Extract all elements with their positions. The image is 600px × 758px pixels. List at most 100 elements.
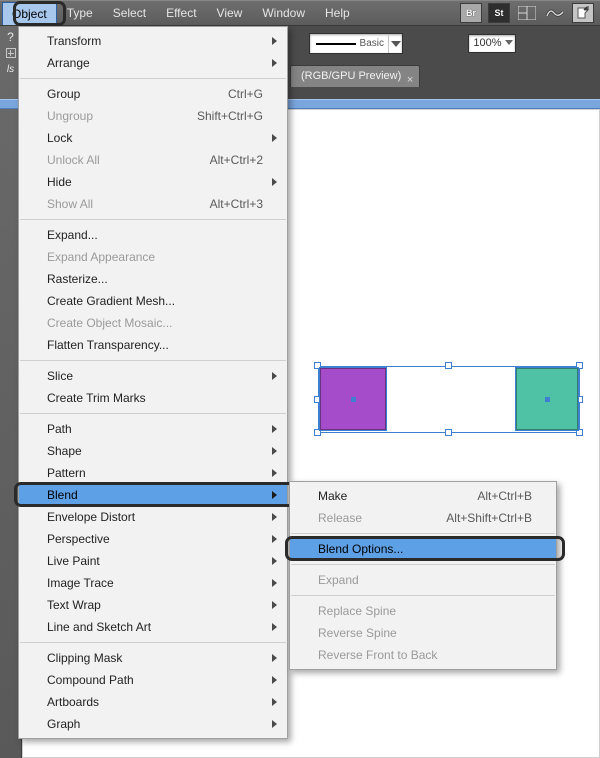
menu-type[interactable]: Type [57,1,103,25]
separator [20,219,286,220]
blend-menu-item-blend-options[interactable]: Blend Options... [290,538,556,560]
object-menu-item-shape[interactable]: Shape [19,440,287,462]
object-menu-item-arrange[interactable]: Arrange [19,52,287,74]
menubar: Object Type Select Effect View Window He… [0,0,600,26]
menu-item-label: Unlock All [47,153,180,167]
object-menu-item-text-wrap[interactable]: Text Wrap [19,594,287,616]
object-menu-item-graph[interactable]: Graph [19,713,287,735]
menu-item-label: Slice [47,369,263,383]
object-menu-item-blend[interactable]: Blend [19,484,287,506]
object-menu-item-create-object-mosaic: Create Object Mosaic... [19,312,287,334]
menu-item-label: Image Trace [47,576,263,590]
blend-menu-item-reverse-spine: Reverse Spine [290,622,556,644]
document-tab[interactable]: (RGB/GPU Preview) × [290,65,420,87]
object-menu-item-expand[interactable]: Expand... [19,224,287,246]
menu-item-label: Show All [47,197,180,211]
menu-item-label: Create Gradient Mesh... [47,294,263,308]
menu-item-label: Make [318,489,447,503]
bridge-icon[interactable]: Br [460,3,482,23]
document-tab-label: (RGB/GPU Preview) [301,70,401,82]
menu-item-label: Arrange [47,56,263,70]
menu-item-label: Release [318,511,416,525]
blend-menu-item-reverse-front-to-back: Reverse Front to Back [290,644,556,666]
separator [291,533,555,534]
menu-item-label: Group [47,87,198,101]
object-menu-item-live-paint[interactable]: Live Paint [19,550,287,572]
menu-select[interactable]: Select [103,1,156,25]
object-menu-item-image-trace[interactable]: Image Trace [19,572,287,594]
menu-item-label: Path [47,422,263,436]
menu-item-label: Blend Options... [318,542,532,556]
object-menu-item-flatten-transparency[interactable]: Flatten Transparency... [19,334,287,356]
menu-item-label: Graph [47,717,263,731]
object-menu: Transform Arrange GroupCtrl+G UngroupShift+… [18,26,288,739]
chevron-down-icon [388,34,402,53]
opacity-input[interactable]: 100% [468,34,516,53]
menu-item-label: Envelope Distort [47,510,263,524]
object-menu-item-unlock-all: Unlock AllAlt+Ctrl+2 [19,149,287,171]
menu-item-label: Pattern [47,466,263,480]
selection-handle[interactable] [445,362,452,369]
menu-help[interactable]: Help [315,1,360,25]
separator [20,78,286,79]
stroke-profile-label: Basic [356,38,388,49]
object-menu-item-group[interactable]: GroupCtrl+G [19,83,287,105]
menu-item-label: Clipping Mask [47,651,263,665]
object-menu-item-hide[interactable]: Hide [19,171,287,193]
menu-window[interactable]: Window [252,1,315,25]
menu-item-label: Lock [47,131,263,145]
gpu-icon[interactable] [544,3,566,23]
object-menu-item-clipping-mask[interactable]: Clipping Mask [19,647,287,669]
stroke-preview [316,43,356,45]
object-menu-item-perspective[interactable]: Perspective [19,528,287,550]
blend-menu-item-replace-spine: Replace Spine [290,600,556,622]
stock-icon[interactable]: St [488,3,510,23]
separator [20,413,286,414]
object-menu-item-line-and-sketch-art[interactable]: Line and Sketch Art [19,616,287,638]
object-menu-item-rasterize[interactable]: Rasterize... [19,268,287,290]
object-menu-item-compound-path[interactable]: Compound Path [19,669,287,691]
shortcut-label: Alt+Ctrl+3 [180,197,263,211]
menu-item-label: Transform [47,34,263,48]
search-icon[interactable] [572,3,594,23]
object-menu-item-lock[interactable]: Lock [19,127,287,149]
separator [291,595,555,596]
close-icon[interactable]: × [407,70,413,91]
selection-handle[interactable] [576,429,583,436]
object-menu-item-transform[interactable]: Transform [19,30,287,52]
object-menu-item-artboards[interactable]: Artboards [19,691,287,713]
menu-item-label: Create Trim Marks [47,391,263,405]
menu-effect[interactable]: Effect [156,1,206,25]
menu-item-label: Text Wrap [47,598,263,612]
menu-item-label: Blend [47,488,263,502]
anchor-point[interactable] [351,397,356,402]
menu-item-label: Ungroup [47,109,167,123]
menu-item-label: Expand... [47,228,263,242]
anchor-point[interactable] [545,397,550,402]
selection-handle[interactable] [314,429,321,436]
menu-item-label: Live Paint [47,554,263,568]
separator [291,564,555,565]
object-menu-item-pattern[interactable]: Pattern [19,462,287,484]
expand-icon[interactable] [6,48,16,58]
chevron-down-icon [505,40,513,45]
object-menu-item-slice[interactable]: Slice [19,365,287,387]
selection-handle[interactable] [445,429,452,436]
menu-item-label: Expand Appearance [47,250,263,264]
object-menu-item-create-trim-marks[interactable]: Create Trim Marks [19,387,287,409]
shortcut-label: Alt+Ctrl+B [447,489,532,503]
stroke-profile-dropdown[interactable]: Basic [309,33,403,54]
blend-menu-item-make[interactable]: MakeAlt+Ctrl+B [290,485,556,507]
object-menu-item-create-gradient-mesh[interactable]: Create Gradient Mesh... [19,290,287,312]
menu-view[interactable]: View [207,1,253,25]
arrange-documents-icon[interactable] [516,3,538,23]
object-menu-item-envelope-distort[interactable]: Envelope Distort [19,506,287,528]
shortcut-label: Alt+Shift+Ctrl+B [416,511,532,525]
object-menu-item-path[interactable]: Path [19,418,287,440]
menu-item-label: Replace Spine [318,604,532,618]
object-menu-item-expand-appearance: Expand Appearance [19,246,287,268]
opacity-value: 100% [473,37,501,49]
object-menu-item-show-all: Show AllAlt+Ctrl+3 [19,193,287,215]
menu-object[interactable]: Object [2,2,57,25]
shortcut-label: Shift+Ctrl+G [167,109,263,123]
